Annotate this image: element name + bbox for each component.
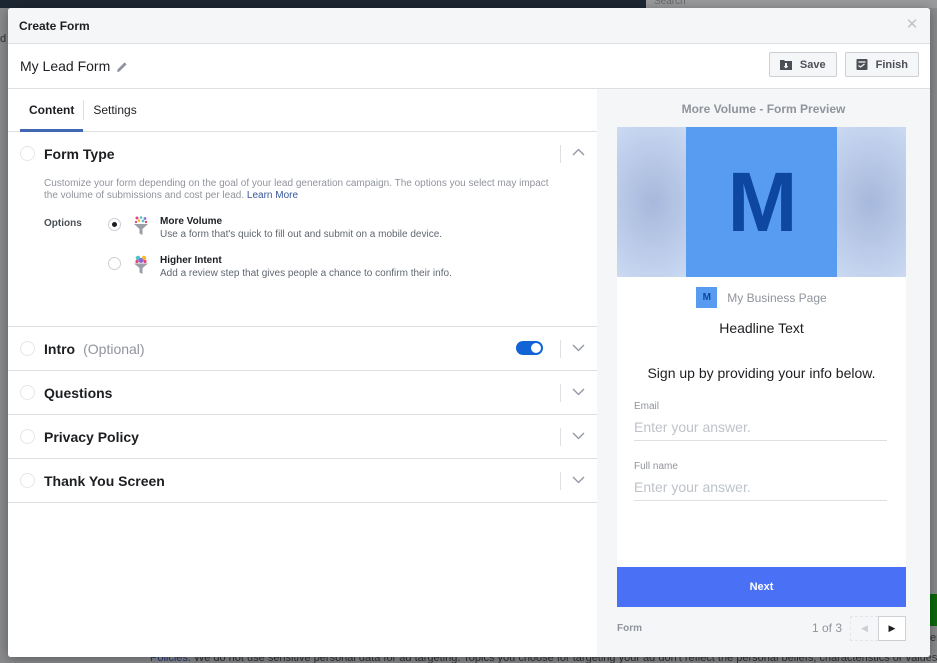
finish-label: Finish <box>875 58 908 71</box>
section-privacy-policy: Privacy Policy <box>8 415 597 459</box>
completion-indicator <box>20 429 35 444</box>
completion-indicator <box>20 473 35 488</box>
completion-indicator <box>20 341 35 356</box>
pager: ◀ ▶ <box>850 615 906 641</box>
option-description: Add a review step that gives people a ch… <box>160 268 452 279</box>
tab-content[interactable]: Content <box>20 89 84 132</box>
editor-panel: Content Settings Form Type Customize you… <box>8 89 597 657</box>
section-title: Form Type <box>44 145 115 162</box>
header-actions: Save Finish <box>768 52 919 77</box>
section-header-form-type[interactable]: Form Type <box>8 132 597 175</box>
section-questions: Questions <box>8 371 597 415</box>
form-name[interactable]: My Lead Form <box>20 58 110 74</box>
option-more-volume[interactable]: More Volume Use a form that's quick to f… <box>108 216 452 242</box>
preview-title: More Volume - Form Preview <box>681 102 846 116</box>
editor-tabs: Content Settings <box>8 89 597 132</box>
section-header-questions[interactable]: Questions <box>8 371 597 414</box>
intro-text: Sign up by providing your info below. <box>647 365 876 381</box>
preview-phone: M M My Business Page Headline Text Sign … <box>617 127 906 607</box>
option-description: Use a form that's quick to fill out and … <box>160 229 443 240</box>
email-input[interactable]: Enter your answer. <box>634 412 887 441</box>
option-text: Higher Intent Add a review step that giv… <box>160 255 452 281</box>
preview-footer: Form 1 of 3 ◀ ▶ <box>617 615 906 641</box>
divider <box>560 340 561 358</box>
preview-footer-label: Form <box>617 622 642 634</box>
radio-more-volume[interactable] <box>108 218 121 231</box>
page-name: My Business Page <box>727 290 827 305</box>
section-title: Intro <box>44 340 76 357</box>
section-form-type: Form Type Customize your form depending … <box>8 132 597 327</box>
chevron-down-icon[interactable] <box>572 429 585 442</box>
optional-label: (Optional) <box>83 340 145 357</box>
form-title-bar: My Lead Form Save Finish <box>8 44 930 89</box>
modal-title: Create Form <box>19 18 90 33</box>
page-row: M My Business Page <box>617 287 906 308</box>
save-button[interactable]: Save <box>768 52 837 77</box>
funnel-icon <box>134 216 148 235</box>
field-label: Email <box>634 401 660 412</box>
cover-letter: M <box>727 154 798 249</box>
page-avatar: M <box>696 287 718 308</box>
finish-button[interactable]: Finish <box>844 52 919 77</box>
page-indicator: 1 of 3 <box>811 621 842 635</box>
field-email: Email Enter your answer. <box>634 401 887 441</box>
option-title: More Volume <box>160 216 223 227</box>
section-title: Privacy Policy <box>44 428 139 445</box>
divider <box>560 384 561 402</box>
section-header-intro[interactable]: Intro (Optional) <box>8 327 597 370</box>
tab-settings[interactable]: Settings <box>84 89 145 131</box>
cover-image: M <box>617 127 906 277</box>
section-intro: Intro (Optional) <box>8 327 597 371</box>
pencil-icon[interactable] <box>116 60 128 72</box>
divider <box>560 472 561 490</box>
modal-header: Create Form ✕ <box>8 8 930 44</box>
completion-indicator <box>20 385 35 400</box>
preview-panel: More Volume - Form Preview M M My Busine… <box>597 89 930 657</box>
folder-save-icon <box>779 60 792 70</box>
next-button[interactable]: Next <box>617 567 906 607</box>
finish-form-icon <box>856 59 868 70</box>
option-text: More Volume Use a form that's quick to f… <box>160 216 442 242</box>
next-page-button[interactable]: ▶ <box>878 615 906 641</box>
prev-page-button[interactable]: ◀ <box>850 615 878 641</box>
intro-toggle[interactable] <box>516 341 543 355</box>
chevron-up-icon[interactable] <box>572 146 585 159</box>
save-label: Save <box>799 58 826 71</box>
form-type-description: Customize your form depending on the goa… <box>44 178 564 202</box>
background-search: Search <box>646 0 937 8</box>
cover-blur-right <box>837 127 906 277</box>
completion-indicator <box>20 146 35 161</box>
background-text-fragment: d <box>0 33 7 45</box>
option-higher-intent[interactable]: Higher Intent Add a review step that giv… <box>108 255 452 281</box>
headline: Headline Text <box>719 320 804 336</box>
full-name-input[interactable]: Enter your answer. <box>634 472 887 501</box>
funnel-icon <box>134 255 148 274</box>
cover-logo: M <box>686 127 837 277</box>
field-full-name: Full name Enter your answer. <box>634 461 887 501</box>
options-list: More Volume Use a form that's quick to f… <box>108 216 452 294</box>
form-type-body: Customize your form depending on the goa… <box>8 175 597 326</box>
section-header-thank-you-screen[interactable]: Thank You Screen <box>8 459 597 502</box>
field-label: Full name <box>634 461 678 472</box>
radio-higher-intent[interactable] <box>108 257 121 270</box>
chevron-down-icon[interactable] <box>572 341 585 354</box>
section-title: Thank You Screen <box>44 472 165 489</box>
options-label: Options <box>44 218 82 229</box>
chevron-down-icon[interactable] <box>572 473 585 486</box>
divider <box>560 145 561 163</box>
section-title: Questions <box>44 384 113 401</box>
create-form-modal: Create Form ✕ My Lead Form Save Finish C… <box>8 8 930 657</box>
close-icon[interactable]: ✕ <box>905 17 919 32</box>
divider <box>560 428 561 446</box>
background-text-fragment-right: er <box>930 632 937 644</box>
section-header-privacy-policy[interactable]: Privacy Policy <box>8 415 597 458</box>
chevron-down-icon[interactable] <box>572 385 585 398</box>
section-thank-you-screen: Thank You Screen <box>8 459 597 503</box>
modal-body: Content Settings Form Type Customize you… <box>8 89 930 657</box>
option-title: Higher Intent <box>160 255 222 266</box>
options-row: Options More Volume Use a form that's qu… <box>44 216 557 294</box>
learn-more-link[interactable]: Learn More <box>247 190 298 201</box>
